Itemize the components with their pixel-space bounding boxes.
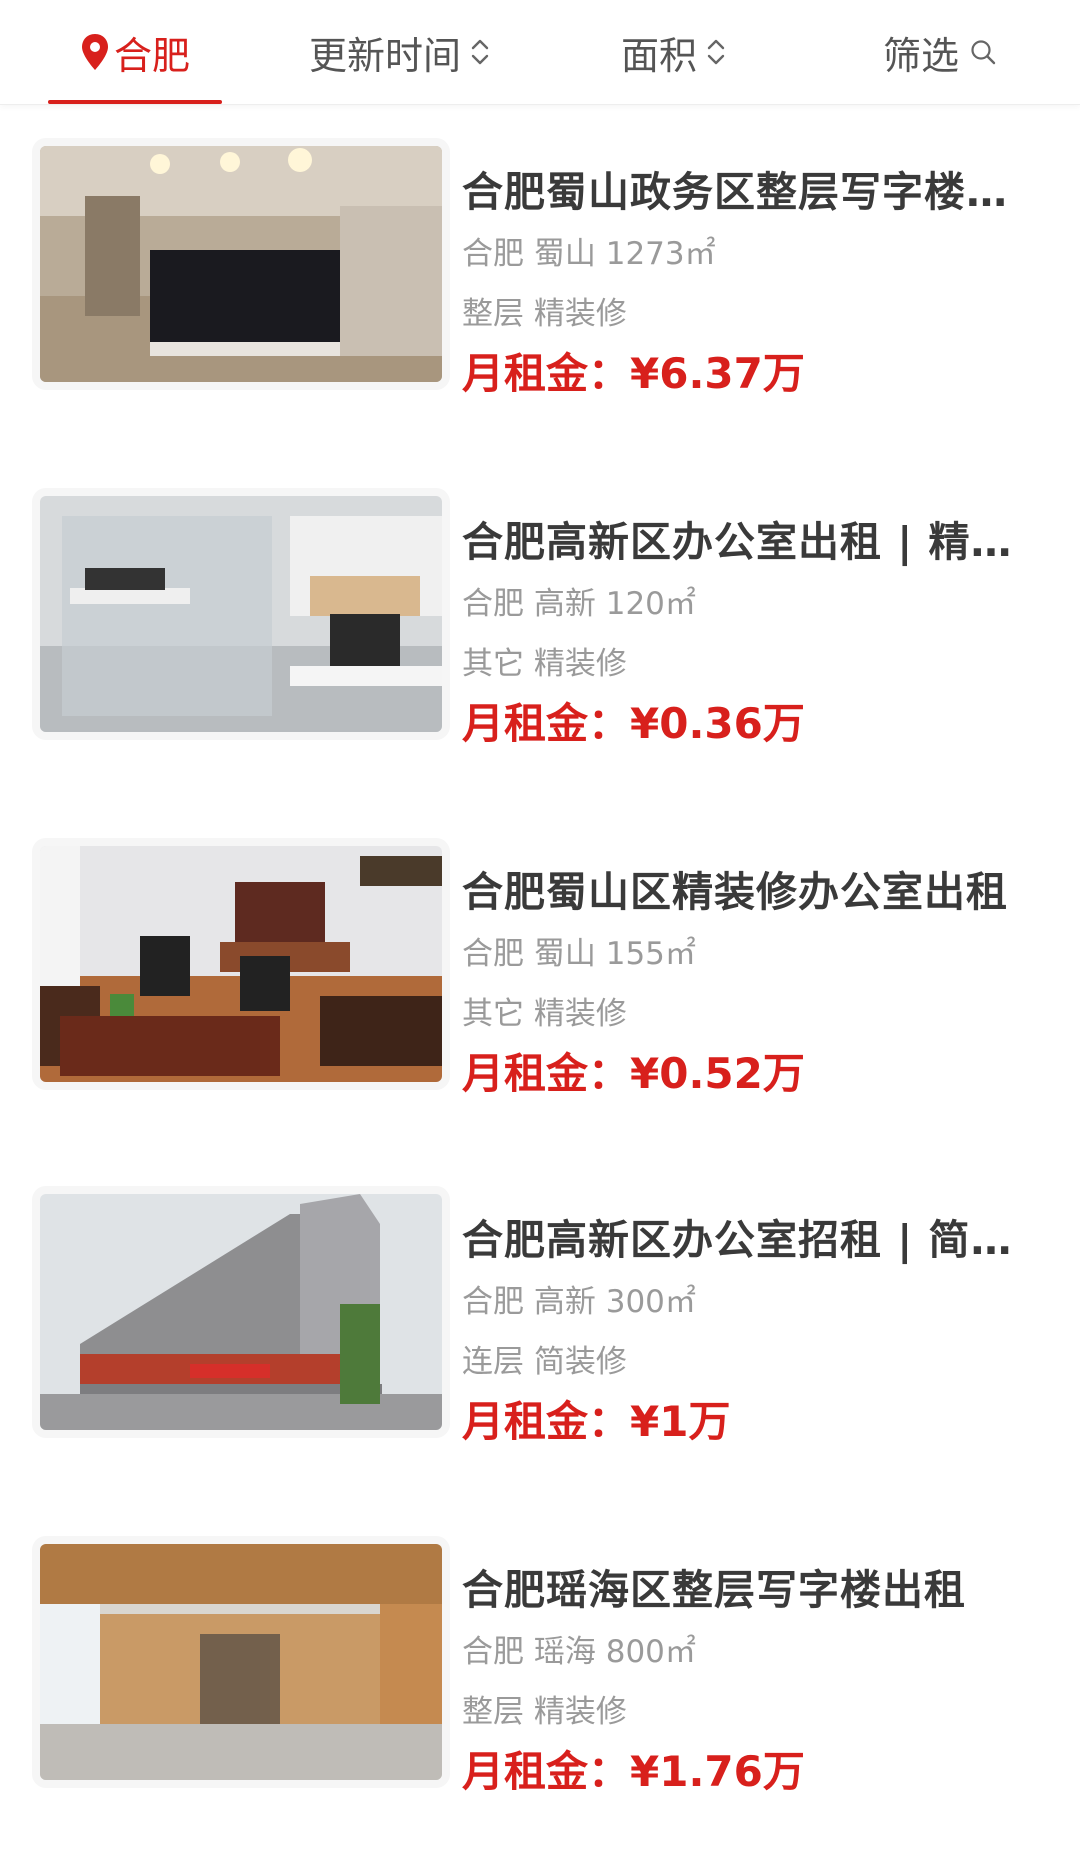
listing-tags: 连层 简装修 bbox=[462, 1344, 627, 1380]
listing-price: 月租金：¥1万 bbox=[462, 1397, 731, 1446]
executive-office-photo bbox=[40, 846, 442, 1082]
listing-location: 合肥 高新 120㎡ bbox=[462, 586, 696, 622]
filter-button[interactable]: 筛选 bbox=[870, 0, 1010, 104]
sort-arrows-icon bbox=[707, 39, 725, 65]
listing-location: 合肥 高新 300㎡ bbox=[462, 1284, 696, 1320]
listing-title: 合肥蜀山区精装修办公室出租 bbox=[462, 868, 1008, 916]
listing-location: 合肥 瑶海 800㎡ bbox=[462, 1634, 696, 1670]
building-exterior-photo bbox=[40, 1194, 442, 1430]
filter-label: 筛选 bbox=[882, 33, 959, 78]
listing-price: 月租金：¥0.36万 bbox=[462, 699, 805, 748]
open-floor-interior-photo bbox=[40, 1544, 442, 1780]
listing-title: 合肥高新区办公室招租 | 简装修 bbox=[462, 1216, 1032, 1264]
active-tab-indicator bbox=[48, 100, 222, 104]
filter-bar: 合肥 更新时间 面积 筛选 bbox=[0, 0, 1080, 105]
listing-price: 月租金：¥6.37万 bbox=[462, 349, 805, 398]
listing-title: 合肥高新区办公室出租 | 精装修 bbox=[462, 518, 1032, 566]
listing-title: 合肥蜀山政务区整层写字楼出租 bbox=[462, 168, 1032, 216]
listing-card[interactable]: 合肥蜀山区精装修办公室出租 合肥 蜀山 155㎡ 其它 精装修 月租金：¥0.5… bbox=[40, 846, 1040, 1098]
listing-price: 月租金：¥1.76万 bbox=[462, 1747, 805, 1796]
office-meeting-room-photo bbox=[40, 496, 442, 732]
lobby-reception-photo bbox=[40, 146, 442, 382]
listing-location: 合肥 蜀山 1273㎡ bbox=[462, 236, 716, 272]
city-selector[interactable]: 合肥 bbox=[48, 0, 222, 104]
search-icon bbox=[971, 40, 996, 65]
listing-price: 月租金：¥0.52万 bbox=[462, 1049, 805, 1098]
listing-card[interactable]: 合肥高新区办公室招租 | 简装修 合肥 高新 300㎡ 连层 简装修 月租金：¥… bbox=[40, 1194, 1040, 1446]
listing-title: 合肥瑶海区整层写字楼出租 bbox=[462, 1566, 966, 1614]
area-label: 面积 bbox=[620, 33, 697, 78]
update-time-label: 更新时间 bbox=[308, 33, 461, 78]
listing-tags: 其它 精装修 bbox=[462, 996, 627, 1032]
listing-tags: 其它 精装修 bbox=[462, 646, 627, 682]
sort-by-area[interactable]: 面积 bbox=[600, 0, 748, 104]
listing-tags: 整层 精装修 bbox=[462, 1694, 627, 1730]
listing-location: 合肥 蜀山 155㎡ bbox=[462, 936, 696, 972]
listing-card[interactable]: 合肥瑶海区整层写字楼出租 合肥 瑶海 800㎡ 整层 精装修 月租金：¥1.76… bbox=[40, 1544, 1040, 1796]
listing-card[interactable]: 合肥高新区办公室出租 | 精装修 合肥 高新 120㎡ 其它 精装修 月租金：¥… bbox=[40, 496, 1040, 748]
sort-by-update-time[interactable]: 更新时间 bbox=[290, 0, 510, 104]
listing-card[interactable]: 合肥蜀山政务区整层写字楼出租 合肥 蜀山 1273㎡ 整层 精装修 月租金：¥6… bbox=[40, 146, 1040, 398]
listing-tags: 整层 精装修 bbox=[462, 296, 627, 332]
city-label: 合肥 bbox=[113, 33, 190, 78]
sort-arrows-icon bbox=[471, 39, 489, 65]
location-pin-icon bbox=[81, 34, 108, 70]
